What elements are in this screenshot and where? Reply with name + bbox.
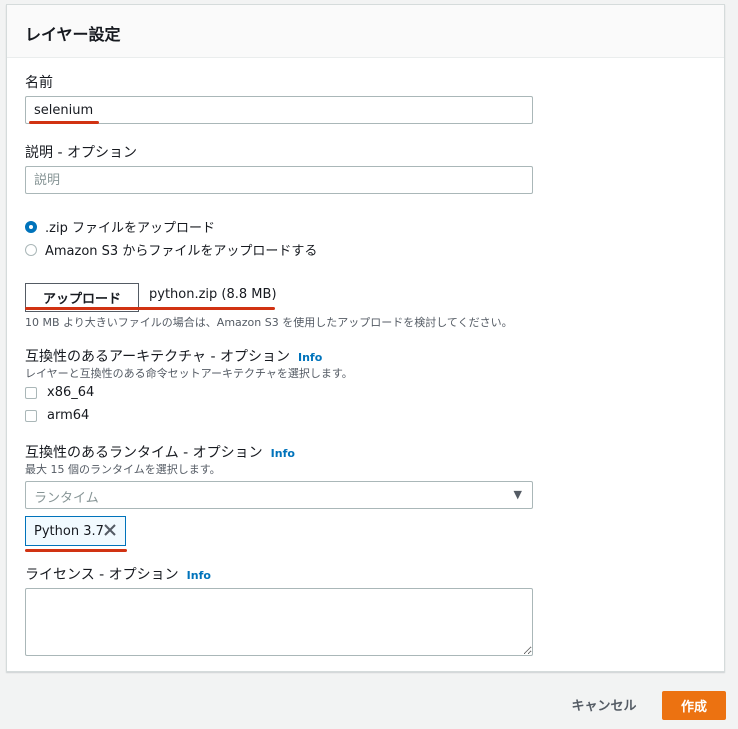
radio-upload-s3[interactable]: Amazon S3 からファイルをアップロードする <box>25 240 317 259</box>
checkbox-row-x86-64[interactable]: x86_64 <box>25 385 94 400</box>
checkbox-arm64[interactable] <box>25 409 37 422</box>
license-info-link[interactable]: Info <box>187 569 211 582</box>
radio-upload-zip[interactable]: .zip ファイルをアップロード <box>25 217 215 236</box>
runtime-select-placeholder: ランタイム <box>34 491 99 506</box>
checkbox-x86-64-label: x86_64 <box>47 385 95 400</box>
panel-header: レイヤー設定 <box>7 5 724 58</box>
panel-title: レイヤー設定 <box>25 25 121 44</box>
radio-button-checked[interactable] <box>25 220 37 233</box>
runtime-select[interactable]: ランタイム ▼ <box>25 481 533 509</box>
annotation-underline-name <box>29 121 99 124</box>
checkbox-row-arm64[interactable]: arm64 <box>25 408 89 423</box>
caret-down-icon: ▼ <box>513 488 522 501</box>
checkbox-x86-64[interactable] <box>25 386 37 399</box>
close-icon[interactable] <box>101 521 119 539</box>
description-input[interactable] <box>25 166 533 194</box>
annotation-underline-upload <box>25 307 275 310</box>
runtime-token-python-3-7: Python 3.7 <box>25 516 126 546</box>
checkbox-arm64-label: arm64 <box>47 408 90 423</box>
architectures-label-text: 互換性のあるアーキテクチャ - オプション <box>25 349 290 365</box>
create-button[interactable]: 作成 <box>662 691 726 720</box>
radio-upload-zip-label: .zip ファイルをアップロード <box>45 221 215 236</box>
radio-button-unchecked[interactable] <box>25 243 37 256</box>
runtimes-label-text: 互換性のあるランタイム - オプション <box>25 445 263 461</box>
name-input[interactable] <box>25 96 533 124</box>
runtime-token-label: Python 3.7 <box>34 523 104 539</box>
cancel-button[interactable]: キャンセル <box>558 690 650 718</box>
upload-hint: 10 MB より大きいファイルの場合は、Amazon S3 を使用したアップロー… <box>25 316 513 329</box>
license-label: ライセンス - オプション Info <box>25 564 211 584</box>
layer-settings-panel: レイヤー設定 名前 説明 - オプション .zip ファイルをアップロード Am… <box>6 4 725 672</box>
architectures-label: 互換性のあるアーキテクチャ - オプション Info <box>25 346 322 366</box>
architectures-hint: レイヤーと互換性のある命令セットアーキテクチャを選択します。 <box>25 367 353 380</box>
license-label-text: ライセンス - オプション <box>25 567 179 583</box>
radio-upload-s3-label: Amazon S3 からファイルをアップロードする <box>45 244 318 259</box>
description-label: 説明 - オプション <box>25 145 137 161</box>
runtimes-info-link[interactable]: Info <box>271 447 295 460</box>
name-label: 名前 <box>25 75 53 91</box>
uploaded-file-name: python.zip (8.8 MB) <box>149 287 277 302</box>
runtimes-hint: 最大 15 個のランタイムを選択します。 <box>25 463 221 476</box>
architectures-info-link[interactable]: Info <box>298 351 322 364</box>
annotation-underline-runtime <box>25 549 127 552</box>
license-textarea[interactable] <box>25 588 533 656</box>
runtimes-label: 互換性のあるランタイム - オプション Info <box>25 442 295 462</box>
